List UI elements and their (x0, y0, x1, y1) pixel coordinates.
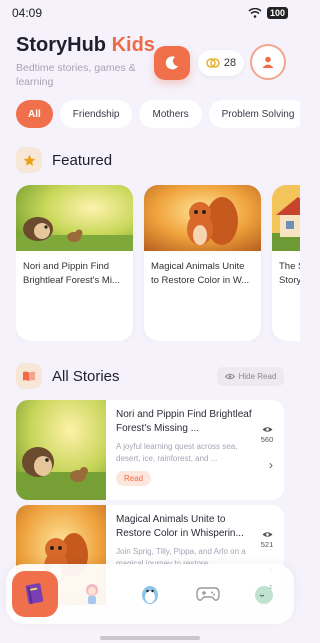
read-badge: Read (116, 471, 152, 487)
chevron-right-icon[interactable]: › (269, 458, 273, 472)
star-icon (23, 154, 35, 166)
featured-card[interactable]: Nori and Pippin Find Brightleaf Forest's… (16, 185, 133, 341)
moon-icon (165, 56, 178, 70)
profile-button[interactable] (250, 44, 286, 80)
featured-card-title: Nori and Pippin Find Brightleaf Forest's… (23, 261, 120, 286)
chip-mothers[interactable]: Mothers (139, 100, 202, 128)
open-book-icon (23, 371, 35, 381)
home-indicator (100, 636, 200, 640)
nav-characters[interactable] (69, 571, 115, 617)
featured-header: Featured (16, 147, 112, 173)
battery-indicator: 100 (266, 7, 288, 19)
status-bar: 04:09 100 (0, 0, 300, 26)
nav-bedtime[interactable]: z (242, 571, 288, 617)
status-time: 04:09 (12, 6, 43, 20)
eye-icon (262, 532, 272, 537)
girl-character-icon (86, 584, 99, 604)
squirrel-illustration (144, 185, 261, 251)
gamepad-icon (195, 587, 220, 601)
hide-read-button[interactable]: Hide Read (217, 367, 284, 386)
all-stories-title: All Stories (52, 367, 120, 385)
header: StoryHub Kids Bedtime stories, games & l… (16, 34, 286, 94)
eye-icon (224, 373, 235, 380)
dark-mode-button[interactable] (154, 46, 190, 80)
hedgehog-bird-illustration (16, 400, 106, 500)
story-title: Magical Animals Unite to Restore Color i… (116, 514, 244, 539)
all-stories-header: All Stories (16, 363, 120, 389)
app-tagline: Bedtime stories, games & learning (16, 62, 136, 89)
user-icon (262, 56, 274, 68)
eye-icon (262, 427, 272, 432)
chip-all[interactable]: All (16, 100, 53, 128)
featured-card-title: The S Story (279, 261, 300, 286)
book-icon (25, 583, 43, 604)
featured-card[interactable]: The S Story (272, 185, 300, 341)
nav-stories[interactable] (11, 571, 58, 617)
view-count: 560 (258, 426, 276, 444)
nav-games[interactable] (185, 571, 231, 617)
view-count: 521 (258, 531, 276, 549)
featured-title: Featured (52, 151, 113, 169)
nav-learning[interactable] (127, 571, 173, 617)
bottom-navigation: z (6, 564, 294, 624)
chip-problem-solving[interactable]: Problem Solving (208, 100, 300, 128)
chip-friendship[interactable]: Friendship (59, 100, 133, 128)
house-illustration (272, 185, 300, 251)
featured-card[interactable]: Magical Animals Unite to Restore Color i… (144, 185, 261, 341)
category-chips: All Friendship Mothers Problem Solving (16, 100, 300, 128)
svg-text:z: z (269, 585, 272, 591)
sleepy-moon-icon: z (255, 585, 274, 604)
coin-icon (206, 58, 220, 68)
hedgehog-bird-illustration (16, 185, 133, 251)
coin-count: 28 (223, 57, 237, 69)
story-card[interactable]: Nori and Pippin Find Brightleaf Forest's… (16, 400, 284, 500)
featured-carousel[interactable]: Nori and Pippin Find Brightleaf Forest's… (16, 185, 300, 341)
story-description: A joyful learning quest across sea, dese… (116, 442, 238, 463)
hide-read-label: Hide Read (238, 372, 277, 381)
featured-card-title: Magical Animals Unite to Restore Color i… (151, 261, 250, 286)
app-title: StoryHub Kids (16, 34, 155, 56)
coin-counter[interactable]: 28 (198, 50, 244, 76)
penguin-icon (141, 586, 158, 604)
story-title: Nori and Pippin Find Brightleaf Forest's… (116, 409, 252, 434)
wifi-icon (248, 8, 262, 18)
